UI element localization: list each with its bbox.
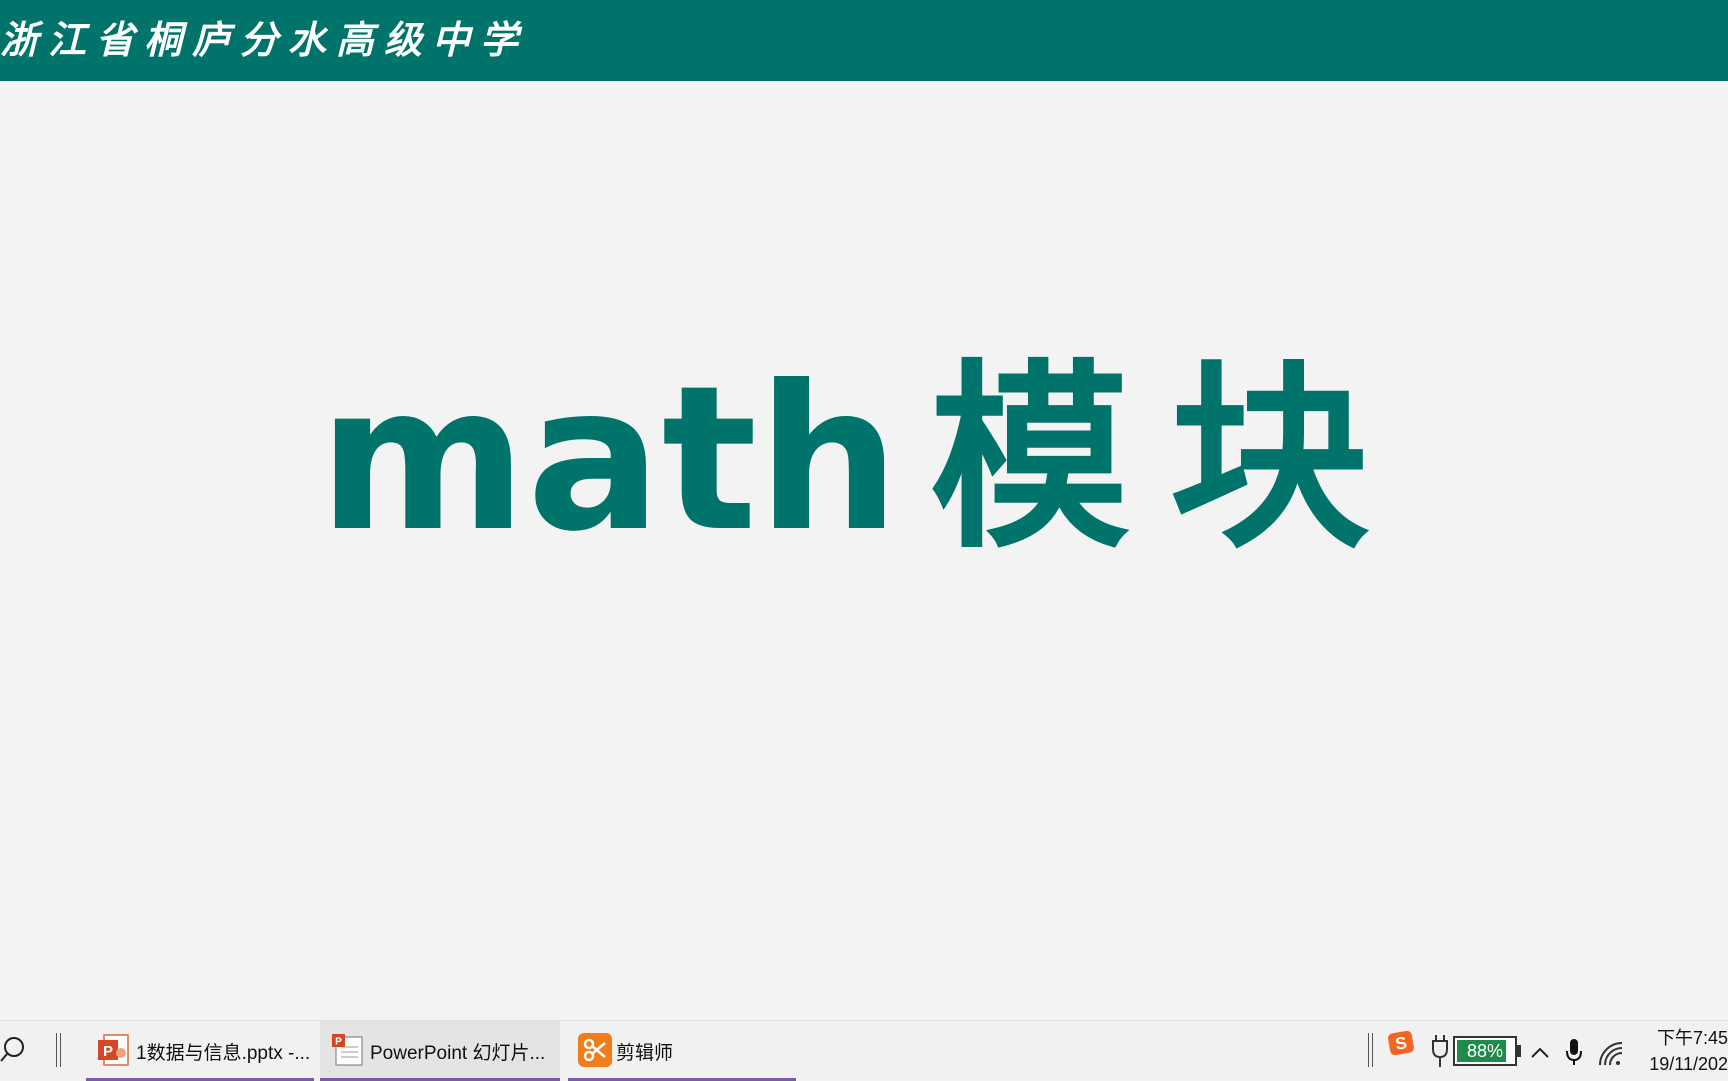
slide-title-cjk: 模块 (929, 343, 1410, 576)
clock-time: 下午7:45 (1656, 1028, 1728, 1048)
taskbar: P 1数据与信息.pptx -... P PowerPoint 幻灯片... 剪… (0, 1020, 1728, 1081)
school-name: 浙江省桐庐分水高级中学 (0, 17, 529, 62)
wifi-icon[interactable] (1596, 1021, 1624, 1081)
battery-percentage: 88% (1466, 1041, 1504, 1061)
system-clock[interactable]: 下午7:45 19/11/202 (1628, 1025, 1728, 1077)
svg-text:P: P (335, 1037, 342, 1048)
taskbar-app-label: PowerPoint 幻灯片... (370, 1043, 546, 1064)
slide-title-latin: math (318, 343, 900, 576)
powerpoint-slideshow-icon: P (332, 1034, 363, 1066)
taskbar-app-label: 1数据与信息.pptx -... (136, 1043, 311, 1064)
battery-indicator[interactable]: 88% (1453, 1036, 1517, 1066)
clock-date: 19/11/202 (1649, 1054, 1728, 1074)
taskbar-app-label: 剪辑师 (616, 1043, 674, 1064)
taskbar-separator (1368, 1033, 1374, 1067)
slide-title: math 模块 (0, 340, 1728, 580)
video-editor-icon (578, 1033, 612, 1067)
taskbar-app-pptx[interactable]: P 1数据与信息.pptx -... (86, 1021, 314, 1081)
taskbar-app-video-editor[interactable]: 剪辑师 (568, 1021, 796, 1081)
search-icon[interactable] (0, 1035, 30, 1065)
slide-header: 浙江省桐庐分水高级中学 (0, 0, 1728, 81)
sogou-ime-icon[interactable]: S (1386, 1021, 1416, 1081)
taskbar-separator (56, 1033, 62, 1067)
microphone-icon[interactable] (1562, 1021, 1586, 1081)
chevron-up-icon[interactable] (1528, 1021, 1552, 1081)
powerpoint-icon: P (98, 1034, 129, 1066)
taskbar-app-slideshow[interactable]: P PowerPoint 幻灯片... (320, 1021, 560, 1081)
battery-cap (1517, 1045, 1521, 1057)
svg-text:P: P (103, 1043, 113, 1060)
power-plug-icon[interactable] (1428, 1021, 1452, 1081)
